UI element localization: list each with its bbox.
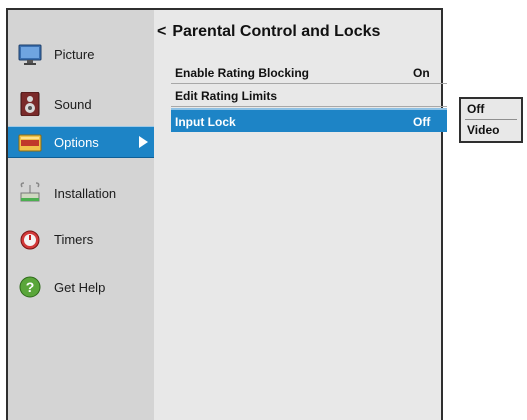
menu-row-label: Input Lock bbox=[175, 115, 236, 129]
popup-divider bbox=[465, 119, 517, 120]
menu-row-value: On bbox=[413, 66, 430, 80]
back-icon[interactable]: < bbox=[157, 23, 166, 40]
sidebar-item-timers[interactable]: Timers bbox=[8, 223, 154, 255]
menu-row-label: Enable Rating Blocking bbox=[175, 66, 310, 80]
sidebar-item-get-help[interactable]: ? Get Help bbox=[8, 271, 154, 303]
options-icon bbox=[18, 134, 42, 152]
svg-text:?: ? bbox=[26, 279, 35, 295]
sidebar: Picture Sound Options Installation Timer… bbox=[8, 10, 154, 420]
satellite-icon bbox=[20, 182, 40, 202]
menu-row-edit-rating-limits[interactable]: Edit Rating Limits bbox=[171, 85, 447, 107]
menu-row-enable-rating-blocking[interactable]: Enable Rating Blocking On bbox=[171, 62, 447, 84]
popup-option-off[interactable]: Off bbox=[467, 102, 484, 116]
page-title-text: Parental Control and Locks bbox=[172, 23, 381, 40]
timer-icon bbox=[20, 230, 40, 250]
chevron-right-icon bbox=[139, 136, 148, 148]
sidebar-item-label: Options bbox=[54, 134, 99, 150]
popup-option-video[interactable]: Video bbox=[467, 123, 499, 137]
menu-row-value: Off bbox=[413, 115, 431, 129]
main-panel: < Parental Control and Locks Enable Ratin… bbox=[154, 10, 447, 420]
sidebar-item-label: Get Help bbox=[54, 279, 106, 295]
sidebar-item-sound[interactable]: Sound bbox=[8, 88, 154, 120]
speaker-icon bbox=[20, 92, 40, 116]
help-icon: ? bbox=[19, 276, 41, 298]
sidebar-item-picture[interactable]: Picture bbox=[8, 38, 154, 70]
menu-row-label: Edit Rating Limits bbox=[175, 89, 277, 103]
sidebar-item-label: Installation bbox=[54, 185, 117, 201]
sidebar-item-label: Sound bbox=[54, 96, 92, 112]
sidebar-item-installation[interactable]: Installation bbox=[8, 177, 154, 209]
sidebar-item-options[interactable]: Options bbox=[8, 126, 154, 158]
monitor-icon bbox=[18, 44, 42, 65]
input-lock-options-popup: Off Video bbox=[459, 97, 523, 143]
menu-row-input-lock[interactable]: Input Lock Off bbox=[171, 108, 447, 132]
sidebar-item-label: Timers bbox=[54, 231, 94, 247]
settings-window: Picture Sound Options Installation Timer… bbox=[6, 8, 447, 420]
sidebar-item-label: Picture bbox=[54, 46, 95, 62]
page-title: < Parental Control and Locks bbox=[157, 23, 380, 41]
